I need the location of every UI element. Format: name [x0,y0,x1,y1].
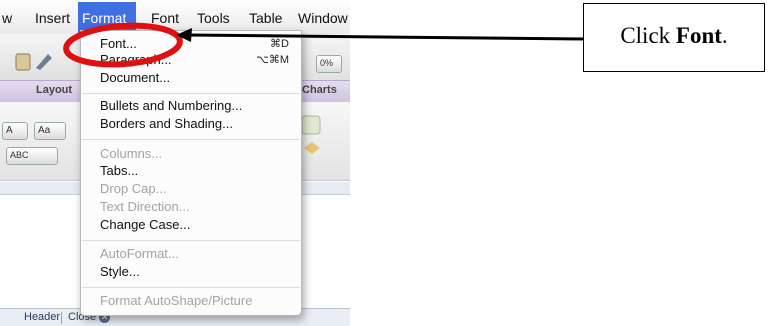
instruction-suffix: . [721,23,728,48]
instruction-text: Click Font. [584,23,764,49]
pointer-arrow-line [187,33,584,41]
highlight-ellipse [63,22,183,68]
instruction-callout: Click Font. [583,3,765,72]
instruction-prefix: Click [620,23,676,48]
instruction-bold: Font [675,23,722,48]
